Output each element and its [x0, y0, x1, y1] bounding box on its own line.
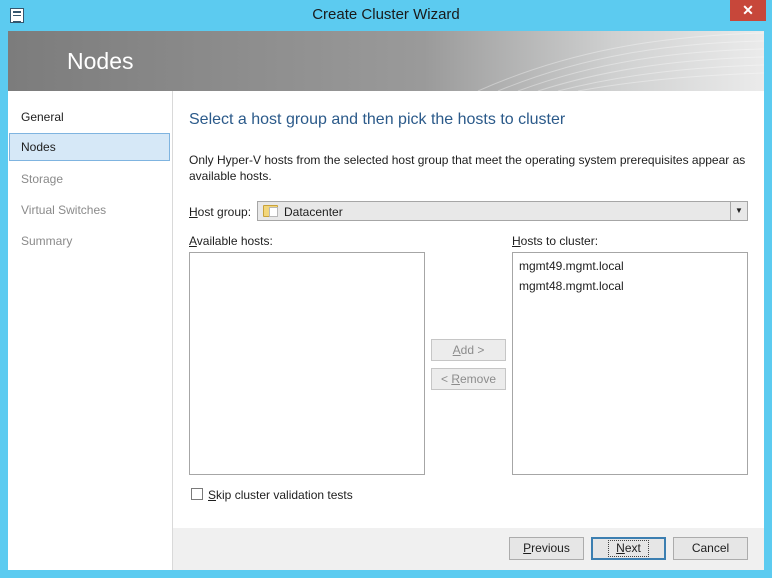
- section-description: Only Hyper-V hosts from the selected hos…: [189, 153, 746, 183]
- wizard-content: Nodes General Nodes Storage Virtual Swit…: [8, 31, 764, 570]
- title-bar[interactable]: Create Cluster Wizard ✕: [0, 0, 772, 31]
- list-item[interactable]: mgmt49.mgmt.local: [519, 259, 624, 273]
- previous-button[interactable]: Previous: [509, 537, 584, 560]
- cancel-button[interactable]: Cancel: [673, 537, 748, 560]
- remove-button: < Remove: [431, 368, 506, 390]
- next-button[interactable]: Next: [591, 537, 666, 560]
- wizard-window: Create Cluster Wizard ✕ Nodes General No…: [0, 0, 772, 578]
- host-group-label: Host group:: [189, 205, 252, 219]
- sidebar-item-virtual-switches: Virtual Switches: [21, 203, 107, 217]
- section-heading: Select a host group and then pick the ho…: [189, 111, 566, 128]
- close-button[interactable]: ✕: [730, 0, 766, 21]
- add-button: Add >: [431, 339, 506, 361]
- sidebar-item-summary: Summary: [21, 234, 73, 248]
- sidebar-item-nodes[interactable]: Nodes: [9, 133, 170, 161]
- list-item[interactable]: mgmt48.mgmt.local: [519, 279, 624, 293]
- wizard-header-banner: Nodes: [8, 31, 764, 91]
- sidebar-item-general[interactable]: General: [9, 103, 170, 131]
- wizard-steps-sidebar: General Nodes Storage Virtual Switches S…: [8, 91, 173, 570]
- host-group-value: Datacenter: [284, 205, 343, 219]
- skip-validation-checkbox[interactable]: [191, 488, 203, 500]
- hosts-to-cluster-list[interactable]: mgmt49.mgmt.local mgmt48.mgmt.local: [512, 252, 748, 475]
- hosts-to-cluster-label: Hosts to cluster:: [512, 234, 599, 248]
- available-hosts-list[interactable]: [189, 252, 425, 475]
- page-title: Nodes: [67, 48, 134, 74]
- host-group-dropdown[interactable]: Datacenter ▼: [257, 201, 748, 221]
- available-hosts-label: Available hosts:: [189, 234, 273, 248]
- wizard-footer: Previous Next Cancel: [173, 528, 764, 570]
- focus-indicator: Next: [608, 540, 649, 557]
- skip-validation-label[interactable]: Skip cluster validation tests: [208, 488, 353, 502]
- window-title: Create Cluster Wizard: [312, 6, 460, 23]
- folder-icon: [263, 205, 278, 217]
- sidebar-item-storage: Storage: [21, 172, 64, 186]
- main-panel: Select a host group and then pick the ho…: [173, 91, 764, 528]
- chevron-down-icon[interactable]: ▼: [730, 202, 747, 220]
